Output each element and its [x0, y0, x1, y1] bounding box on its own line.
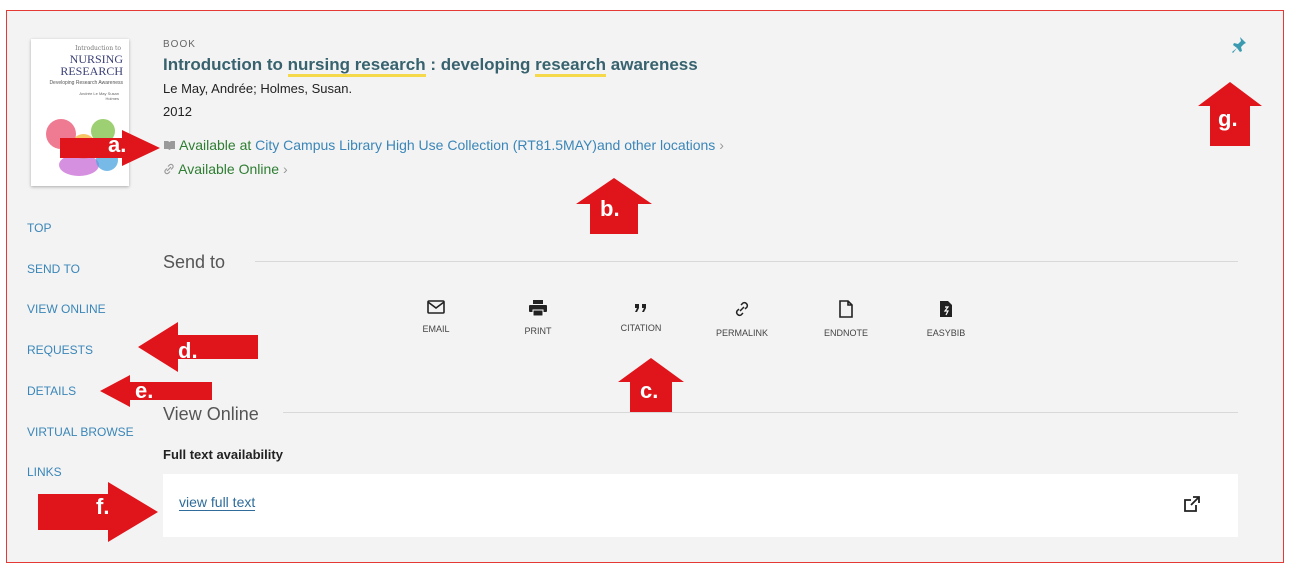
email-icon [427, 300, 445, 314]
nav-view-online[interactable]: VIEW ONLINE [27, 302, 106, 316]
view-online-heading: View Online [163, 404, 259, 424]
online-availability[interactable]: Available Online › [163, 161, 288, 177]
email-label: EMAIL [422, 324, 450, 334]
annotation-label-g: g. [1218, 106, 1238, 131]
physical-availability[interactable]: Available at City Campus Library High Us… [163, 137, 724, 153]
print-icon [529, 300, 547, 317]
easybib-label: EASYBIB [926, 328, 966, 338]
availability-location: City Campus Library High Use Collection … [255, 137, 716, 153]
citation-label: CITATION [620, 323, 662, 333]
view-full-text-link[interactable]: view full text [179, 494, 256, 511]
available-online-label: Available Online [178, 161, 280, 177]
record-year: 2012 [163, 104, 192, 119]
send-to-heading: Send to [163, 252, 226, 272]
title-highlight: research [535, 55, 607, 77]
title-part: awareness [606, 55, 698, 74]
nav-requests[interactable]: REQUESTS [27, 343, 93, 357]
link-icon [735, 301, 749, 317]
title-highlight: nursing research [287, 55, 426, 77]
print-label: PRINT [524, 326, 552, 336]
nav-links[interactable]: LINKS [27, 465, 62, 479]
annotation-label-b: b. [600, 196, 620, 221]
permalink-label: PERMALINK [715, 328, 768, 338]
chevron-right-icon: › [719, 137, 724, 153]
cover-line: Introduction to [75, 45, 121, 52]
title-part: : developing [425, 55, 536, 74]
divider [283, 412, 1238, 413]
cover-authors: Andrée Le May Susan Holmes [79, 91, 119, 101]
full-text-row: view full text [163, 474, 1238, 537]
chevron-right-icon: › [283, 161, 288, 177]
pin-icon[interactable] [1231, 36, 1247, 54]
print-button[interactable]: PRINT [498, 300, 578, 336]
annotation-label-c: c. [640, 378, 659, 403]
easybib-icon [940, 301, 952, 317]
full-text-availability-label: Full text availability [163, 447, 283, 462]
cover-subtitle: Developing Research Awareness [49, 80, 123, 86]
annotation-label-e: e. [135, 378, 154, 403]
document-icon [839, 300, 853, 318]
nav-details[interactable]: DETAILS [27, 384, 76, 398]
annotation-arrow-d [138, 322, 258, 372]
book-icon [164, 141, 175, 150]
quote-icon [635, 304, 646, 312]
annotation-arrow-e [100, 375, 212, 407]
email-button[interactable]: EMAIL [396, 300, 476, 334]
link-icon [164, 163, 174, 175]
title-part: Introduction to [163, 55, 288, 74]
annotation-label-d: d. [178, 338, 198, 363]
resource-type: BOOK [163, 39, 196, 50]
nav-top[interactable]: TOP [27, 221, 51, 235]
record-title[interactable]: Introduction to nursing research : devel… [163, 55, 698, 77]
annotation-label-a: a. [108, 132, 127, 157]
availability-status: Available at [179, 137, 252, 153]
annotation-label-f: f. [96, 494, 110, 519]
cover-title: NURSING RESEARCH [60, 52, 123, 78]
record-authors: Le May, Andrée; Holmes, Susan. [163, 81, 353, 96]
easybib-button[interactable]: EASYBIB [906, 300, 986, 338]
endnote-label: ENDNOTE [823, 328, 868, 338]
citation-button[interactable]: CITATION [601, 300, 681, 333]
external-link-icon[interactable] [1184, 496, 1200, 512]
nav-send-to[interactable]: SEND TO [27, 262, 80, 276]
permalink-button[interactable]: PERMALINK [702, 300, 782, 338]
endnote-button[interactable]: ENDNOTE [806, 300, 886, 338]
divider [255, 261, 1238, 262]
nav-virtual-browse[interactable]: VIRTUAL BROWSE [27, 425, 134, 439]
